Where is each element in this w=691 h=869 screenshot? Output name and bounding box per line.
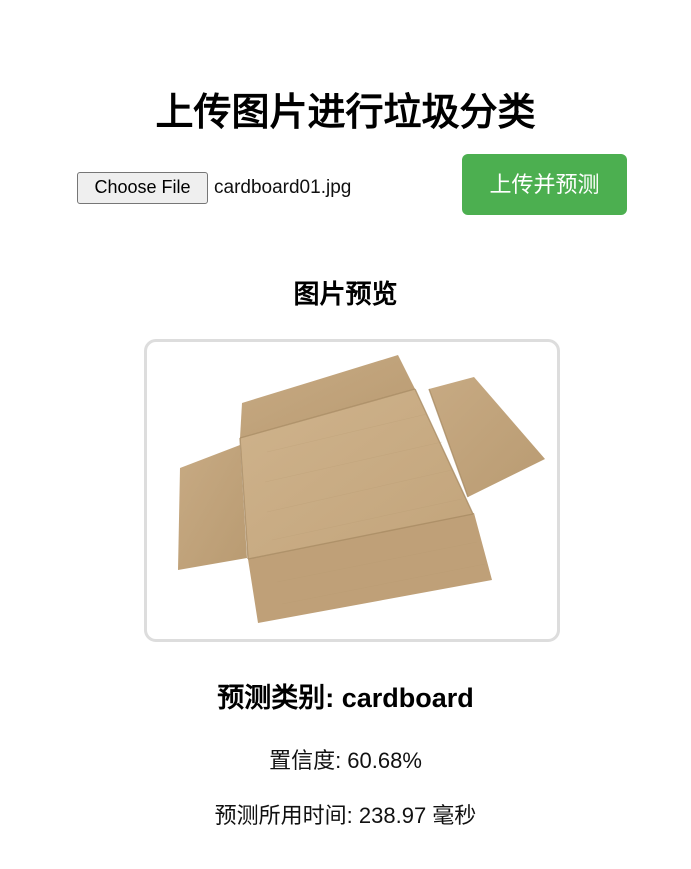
prediction-time: 预测所用时间: 238.97 毫秒 (214, 803, 477, 828)
cardboard-left-flap (178, 445, 247, 570)
image-preview (144, 339, 560, 642)
predicted-category: 预测类别: cardboard (217, 683, 474, 713)
selected-file-name: cardboard01.jpg (214, 177, 352, 198)
cardboard-image (178, 355, 545, 623)
upload-form: Choose File cardboard01.jpg 上传并预测 (0, 0, 691, 240)
upload-predict-button[interactable]: 上传并预测 (462, 154, 627, 215)
choose-file-button[interactable]: Choose File (77, 172, 208, 204)
confidence-score: 置信度: 60.68% (269, 748, 422, 773)
preview-heading: 图片预览 (293, 279, 398, 309)
